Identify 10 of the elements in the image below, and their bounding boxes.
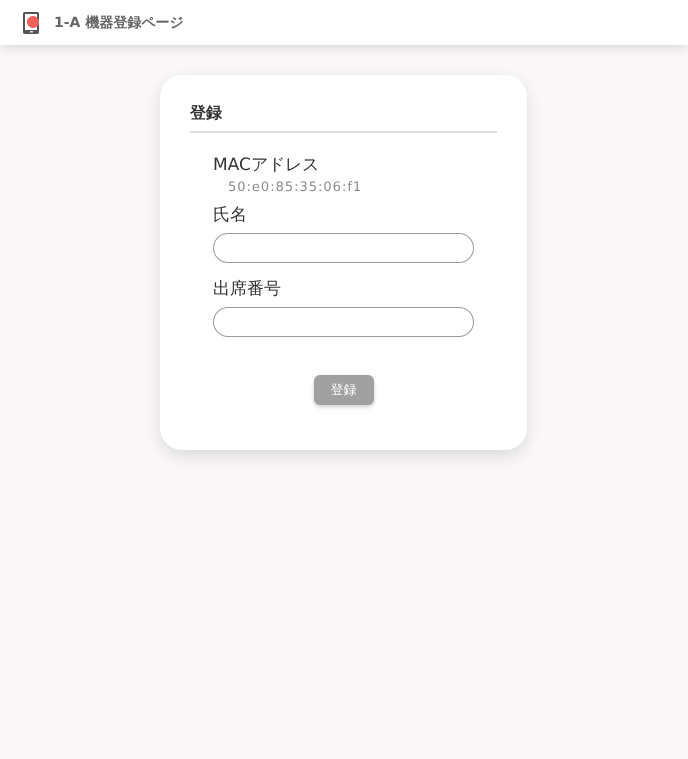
mac-address: 50:e0:85:35:06:f1 [228, 180, 364, 195]
field-label: 出席番号 [213, 278, 282, 301]
page-title: 1-A 機器登録ページ [54, 14, 184, 32]
input-field[interactable] [213, 307, 474, 337]
field-label: MACアドレス [213, 154, 320, 177]
input-field[interactable] [213, 233, 474, 263]
register-button[interactable]: 登録 [314, 375, 374, 405]
field-label: 氏名 [213, 204, 248, 227]
tablet-icon [22, 10, 40, 34]
card-title: 登録 [190, 103, 223, 124]
